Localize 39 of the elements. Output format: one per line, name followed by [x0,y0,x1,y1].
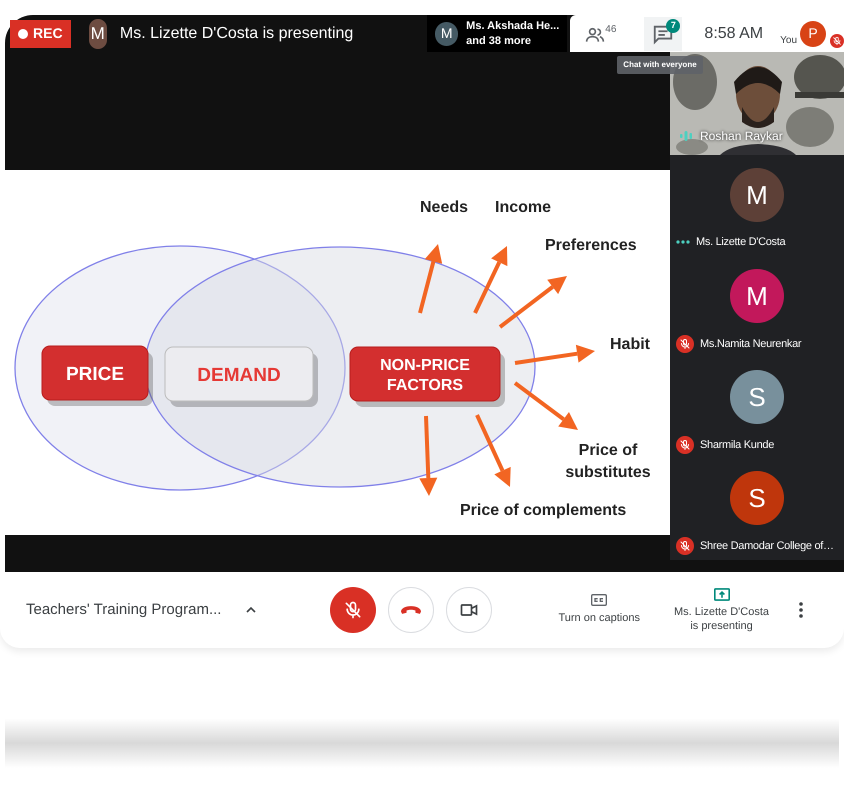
participant-name: Roshan Raykar [700,128,783,145]
captions-button[interactable]: Turn on captions [558,594,640,626]
tooltip: Chat with everyone [617,56,703,74]
clock: 8:58 AM [704,24,764,44]
avatar: M [730,269,784,323]
recording-badge: REC [10,20,71,48]
factor-label: Price of complements [460,502,626,519]
avatar: M [88,18,107,48]
arrow [514,381,578,430]
meeting-title: Teachers' Training Program... [26,600,222,620]
present-screen-icon [714,588,730,600]
phone-icon [401,606,422,614]
chat-badge: 7 [666,18,680,32]
avatar: P [800,20,826,46]
avatar: S [730,370,784,424]
participant-name: Shree Damodar College of… [700,538,834,554]
avatar: S [730,471,784,525]
factor-label: Preferences [545,237,637,254]
participants-chip[interactable]: M Ms. Akshada He... and 38 more [427,15,568,52]
factor-label: Needs [420,199,468,216]
factor-label: Price of substitutes [565,442,651,481]
presentation-button[interactable]: Ms. Lizette D'Costa is presenting [674,588,770,632]
factor-label: Habit [610,336,650,353]
captions-icon [591,594,608,606]
participant-name: Ms. Lizette D'Costa [696,235,786,250]
participant-name: Ms.Namita Neurenkar [700,336,802,352]
muted-mic-icon [343,600,364,620]
more-options-icon[interactable] [799,602,804,618]
arrow [418,244,442,314]
avatar: M [730,168,784,222]
chat-button[interactable]: 7 [644,16,682,50]
microphone-button[interactable] [330,587,376,633]
self-label: You [780,34,797,48]
hang-up-button[interactable] [388,587,434,633]
people-button[interactable]: 46 [585,22,616,45]
presenter-label: Ms. Lizette D'Costa is presenting [120,24,354,44]
factor-label: Income [495,199,552,216]
participant-name: Sharmila Kunde [700,438,774,453]
camera-button[interactable] [446,587,492,633]
